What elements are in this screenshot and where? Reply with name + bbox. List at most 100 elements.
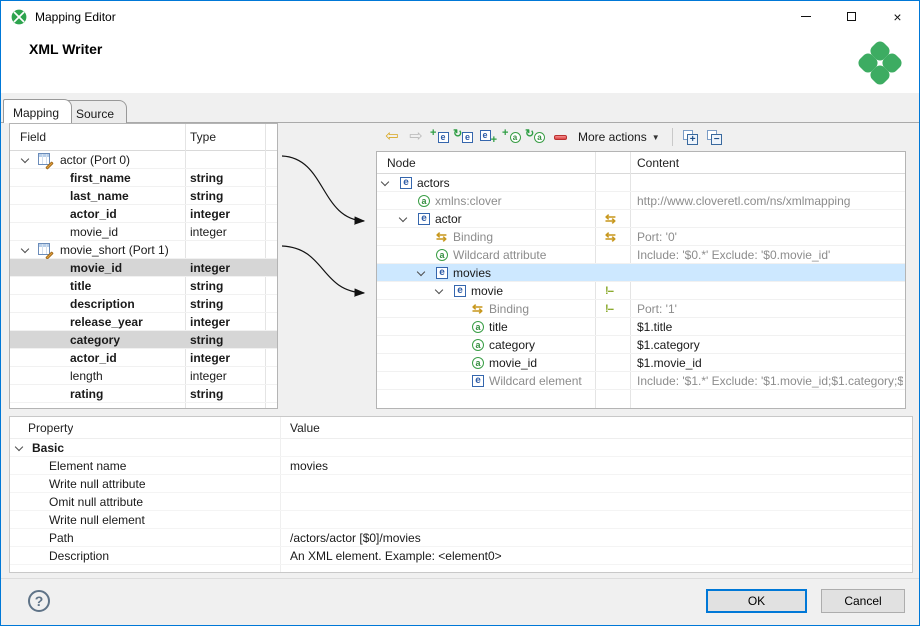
property-row[interactable]: Path/actors/actor [$0]/movies — [10, 529, 912, 547]
close-icon: × — [893, 10, 901, 24]
node-row[interactable]: acategory$1.category — [377, 336, 905, 354]
add-child-element-button[interactable]: +e — [428, 126, 452, 148]
add-attribute-icon: a — [510, 132, 521, 143]
node-row[interactable]: aWildcard attributeInclude: '$0.*' Exclu… — [377, 246, 905, 264]
field-row[interactable]: actor_idinteger — [10, 349, 277, 367]
row-label: xmlns:clover — [435, 192, 502, 210]
column-header-field[interactable]: Field — [20, 128, 46, 146]
plus-square: + — [687, 134, 698, 145]
add-child-element-icon: e — [438, 132, 449, 143]
wrap-in-attribute-button[interactable]: ↻a — [524, 126, 548, 148]
field-table-header: Field Type — [10, 124, 277, 151]
close-button[interactable]: × — [875, 2, 920, 31]
minimize-button[interactable] — [783, 2, 828, 31]
node-row[interactable]: eactors — [377, 174, 905, 192]
expand-all-button[interactable]: + — [679, 126, 703, 148]
chevron-down-icon[interactable] — [21, 155, 29, 163]
row-label: Wildcard attribute — [453, 246, 546, 264]
tab-mapping[interactable]: Mapping — [3, 99, 72, 123]
row-type: string — [190, 385, 223, 403]
help-button[interactable]: ? — [28, 590, 50, 612]
row-content: Port: '1' — [637, 300, 903, 318]
more-actions-button[interactable]: More actions▼ — [572, 125, 666, 149]
window-title: Mapping Editor — [35, 10, 116, 24]
curved-arrow-left-button[interactable]: ⇦ — [380, 126, 404, 148]
field-row[interactable]: movie_short (Port 1) — [10, 241, 277, 259]
property-row[interactable]: Write null attribute — [10, 475, 912, 493]
tab-label: Mapping — [13, 106, 59, 120]
add-child-element-icon: + — [430, 128, 436, 139]
element-icon: e — [454, 285, 466, 297]
field-row[interactable]: categorystring — [10, 331, 277, 349]
page-title: XML Writer — [29, 41, 102, 57]
field-row[interactable]: actor (Port 0) — [10, 151, 277, 169]
row-label: last_name — [70, 187, 129, 205]
row-label: title — [489, 318, 508, 336]
maximize-icon — [847, 12, 856, 21]
chevron-down-icon[interactable] — [15, 443, 23, 451]
maximize-button[interactable] — [829, 2, 874, 31]
chevron-down-icon[interactable] — [21, 245, 29, 253]
field-row[interactable]: lengthinteger — [10, 367, 277, 385]
column-header-node[interactable]: Node — [387, 154, 416, 172]
field-row[interactable]: last_namestring — [10, 187, 277, 205]
field-row[interactable]: movie_idinteger — [10, 223, 277, 241]
row-type: string — [190, 277, 223, 295]
property-row[interactable]: Element namemovies — [10, 457, 912, 475]
field-row[interactable]: first_namestring — [10, 169, 277, 187]
chevron-down-icon[interactable] — [435, 286, 443, 294]
field-row[interactable]: descriptionstring — [10, 295, 277, 313]
mapping-arrow-port0 — [282, 156, 364, 221]
add-attribute-button[interactable]: +a — [500, 126, 524, 148]
property-row[interactable]: DescriptionAn XML element. Example: <ele… — [10, 547, 912, 565]
port-table-icon — [38, 153, 52, 166]
column-header-type[interactable]: Type — [190, 128, 216, 146]
wrap-in-attribute-icon: ↻ — [525, 129, 534, 140]
property-row[interactable]: Omit null attribute — [10, 493, 912, 511]
column-header-content[interactable]: Content — [637, 154, 679, 172]
row-label: Wildcard element — [489, 372, 582, 390]
collapse-all-button[interactable]: − — [703, 126, 727, 148]
field-row[interactable]: movie_idinteger — [10, 259, 277, 277]
node-row[interactable]: emovie!-- — [377, 282, 905, 300]
property-row[interactable]: Basic — [10, 439, 912, 457]
node-row[interactable]: axmlns:cloverhttp://www.cloveretl.com/ns… — [377, 192, 905, 210]
row-label: Basic — [32, 439, 64, 457]
remove-button[interactable] — [548, 126, 572, 148]
node-row[interactable]: amovie_id$1.movie_id — [377, 354, 905, 372]
row-type: string — [190, 295, 223, 313]
chevron-down-icon[interactable] — [417, 268, 425, 276]
collapse-all-icon: − — [707, 130, 722, 145]
node-row[interactable]: atitle$1.title — [377, 318, 905, 336]
row-type: integer — [190, 205, 230, 223]
field-row[interactable]: ratingstring — [10, 385, 277, 403]
tab-source[interactable]: Source — [66, 100, 127, 123]
wrap-in-element-button[interactable]: ↻e — [452, 126, 476, 148]
node-row[interactable]: emovies — [377, 264, 905, 282]
chevron-down-icon[interactable] — [399, 214, 407, 222]
field-row[interactable]: actor_idinteger — [10, 205, 277, 223]
row-type: integer — [190, 259, 230, 277]
title-bar[interactable]: Mapping Editor × — [1, 1, 919, 33]
dialog-body: Mapping Source Field Type actor (Port 0)f… — [1, 93, 919, 625]
curved-arrow-right-button[interactable]: ⇨ — [404, 126, 428, 148]
row-content: Include: '$1.*' Exclude: '$1.movie_id;$1… — [637, 372, 903, 390]
add-element-button[interactable]: e+ — [476, 126, 500, 148]
row-label: Omit null attribute — [49, 493, 143, 511]
node-row[interactable]: eactor⇆ — [377, 210, 905, 228]
attribute-icon: a — [436, 249, 448, 261]
field-row[interactable]: titlestring — [10, 277, 277, 295]
node-row[interactable]: ⇆Binding!--Port: '1' — [377, 300, 905, 318]
row-label: actors — [417, 174, 450, 192]
field-row[interactable]: release_yearinteger — [10, 313, 277, 331]
row-type: integer — [190, 349, 230, 367]
column-header-property[interactable]: Property — [28, 419, 73, 437]
property-row[interactable]: Write null element — [10, 511, 912, 529]
column-header-value[interactable]: Value — [290, 419, 320, 437]
chevron-down-icon[interactable] — [381, 178, 389, 186]
ok-button[interactable]: OK — [706, 589, 807, 613]
node-row[interactable]: ⇆Binding⇆Port: '0' — [377, 228, 905, 246]
node-row[interactable]: eWildcard elementInclude: '$1.*' Exclude… — [377, 372, 905, 390]
cancel-button[interactable]: Cancel — [821, 589, 905, 613]
row-value: /actors/actor [$0]/movies — [290, 529, 421, 547]
